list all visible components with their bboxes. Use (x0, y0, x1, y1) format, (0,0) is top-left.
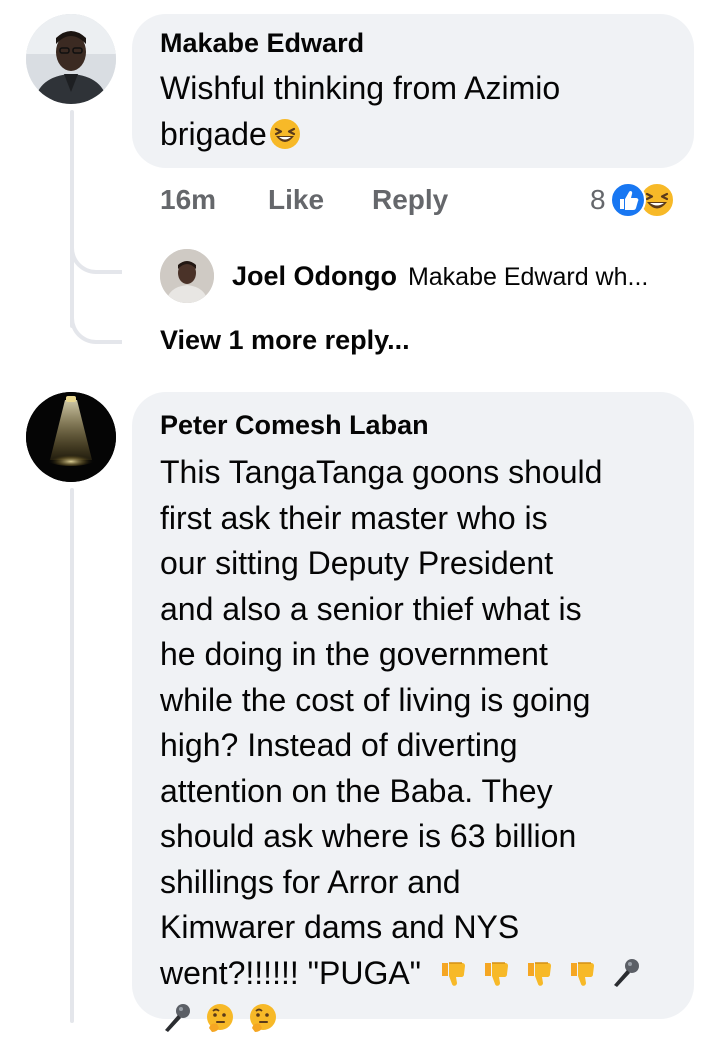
comment-text-line: he doing in the government (160, 636, 548, 672)
microphone-emoji (609, 957, 641, 989)
thread-line (70, 488, 74, 1023)
comment-text-line: high? Instead of diverting (160, 727, 518, 763)
comment-author[interactable]: Makabe Edward (160, 28, 364, 59)
comment-text-line-content: went?!!!!!! "PUGA" (160, 954, 422, 991)
comment-text: Wishful thinking from Azimio brigade (160, 66, 680, 157)
comment-text-line: Wishful thinking from Azimio (160, 70, 561, 106)
comment-text-line: while the cost of living is going (160, 681, 591, 718)
thread-branch (70, 220, 122, 274)
comment-timestamp[interactable]: 16m (160, 184, 216, 216)
view-more-replies-link[interactable]: View 1 more reply... (160, 325, 410, 356)
thumbs-down-emoji (567, 957, 599, 989)
comment-text-line: Kimwarer dams and NYS (160, 909, 520, 945)
comment-text: This TangaTanga goons should first ask t… (160, 450, 680, 1042)
person-avatar-image (26, 14, 116, 104)
laughing-squinting-emoji (269, 118, 301, 150)
avatar[interactable] (26, 14, 116, 104)
thumbs-down-emoji (438, 957, 470, 989)
thinking-face-emoji (246, 1002, 278, 1034)
comment-text-line: went?!!!!!! "PUGA" (160, 951, 680, 997)
reaction-count: 8 (590, 184, 606, 215)
spotlight-avatar-image (26, 392, 116, 482)
comment-author[interactable]: Peter Comesh Laban (160, 410, 429, 441)
reply-preview[interactable]: Joel Odongo Makabe Edward wh... (232, 261, 648, 292)
comment-text-line: first ask their master who is (160, 499, 548, 536)
thumbs-down-emoji (481, 957, 513, 989)
thread-branch (70, 290, 122, 344)
like-reaction-icon (609, 182, 646, 218)
reply-avatar[interactable] (160, 249, 214, 303)
thinking-face-emoji (203, 1002, 235, 1034)
comment-text-line: brigade (160, 112, 680, 158)
microphone-emoji (160, 1002, 192, 1034)
reply-author[interactable]: Joel Odongo (232, 261, 397, 291)
like-button[interactable]: Like (268, 184, 324, 216)
comment-text-line: attention on the Baba. They (160, 772, 553, 809)
reply-button[interactable]: Reply (372, 184, 448, 216)
comment-text-line-content: brigade (160, 115, 267, 152)
comment-text-line (160, 996, 680, 1042)
comment-text-line: This TangaTanga goons should (160, 454, 603, 490)
comment-text-line: our sitting Deputy President (160, 545, 554, 581)
avatar[interactable] (26, 392, 116, 482)
reply-text-preview: Makabe Edward wh... (407, 263, 649, 291)
thumbs-down-emoji (524, 957, 556, 989)
comment-text-line: and also a senior thief what is (160, 590, 582, 627)
reaction-summary[interactable]: 8 (590, 180, 675, 220)
comment-text-line: should ask where is 63 billion (160, 818, 577, 854)
comment-text-line: shillings for Arror and (160, 863, 461, 900)
person-avatar-image (160, 249, 214, 303)
